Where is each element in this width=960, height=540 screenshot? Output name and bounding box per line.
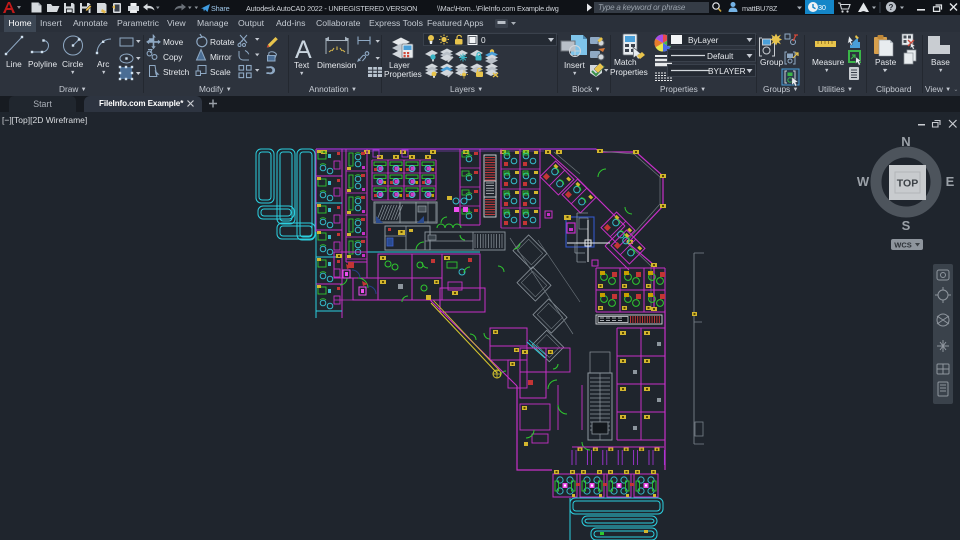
svg-text:TOP: TOP [897, 178, 918, 190]
svg-text:S: S [902, 218, 911, 233]
svg-text:WCS: WCS [894, 241, 912, 250]
svg-text:N: N [901, 134, 910, 149]
svg-text:E: E [946, 174, 955, 189]
svg-text:?: ? [889, 3, 894, 12]
svg-text:W: W [857, 174, 870, 189]
